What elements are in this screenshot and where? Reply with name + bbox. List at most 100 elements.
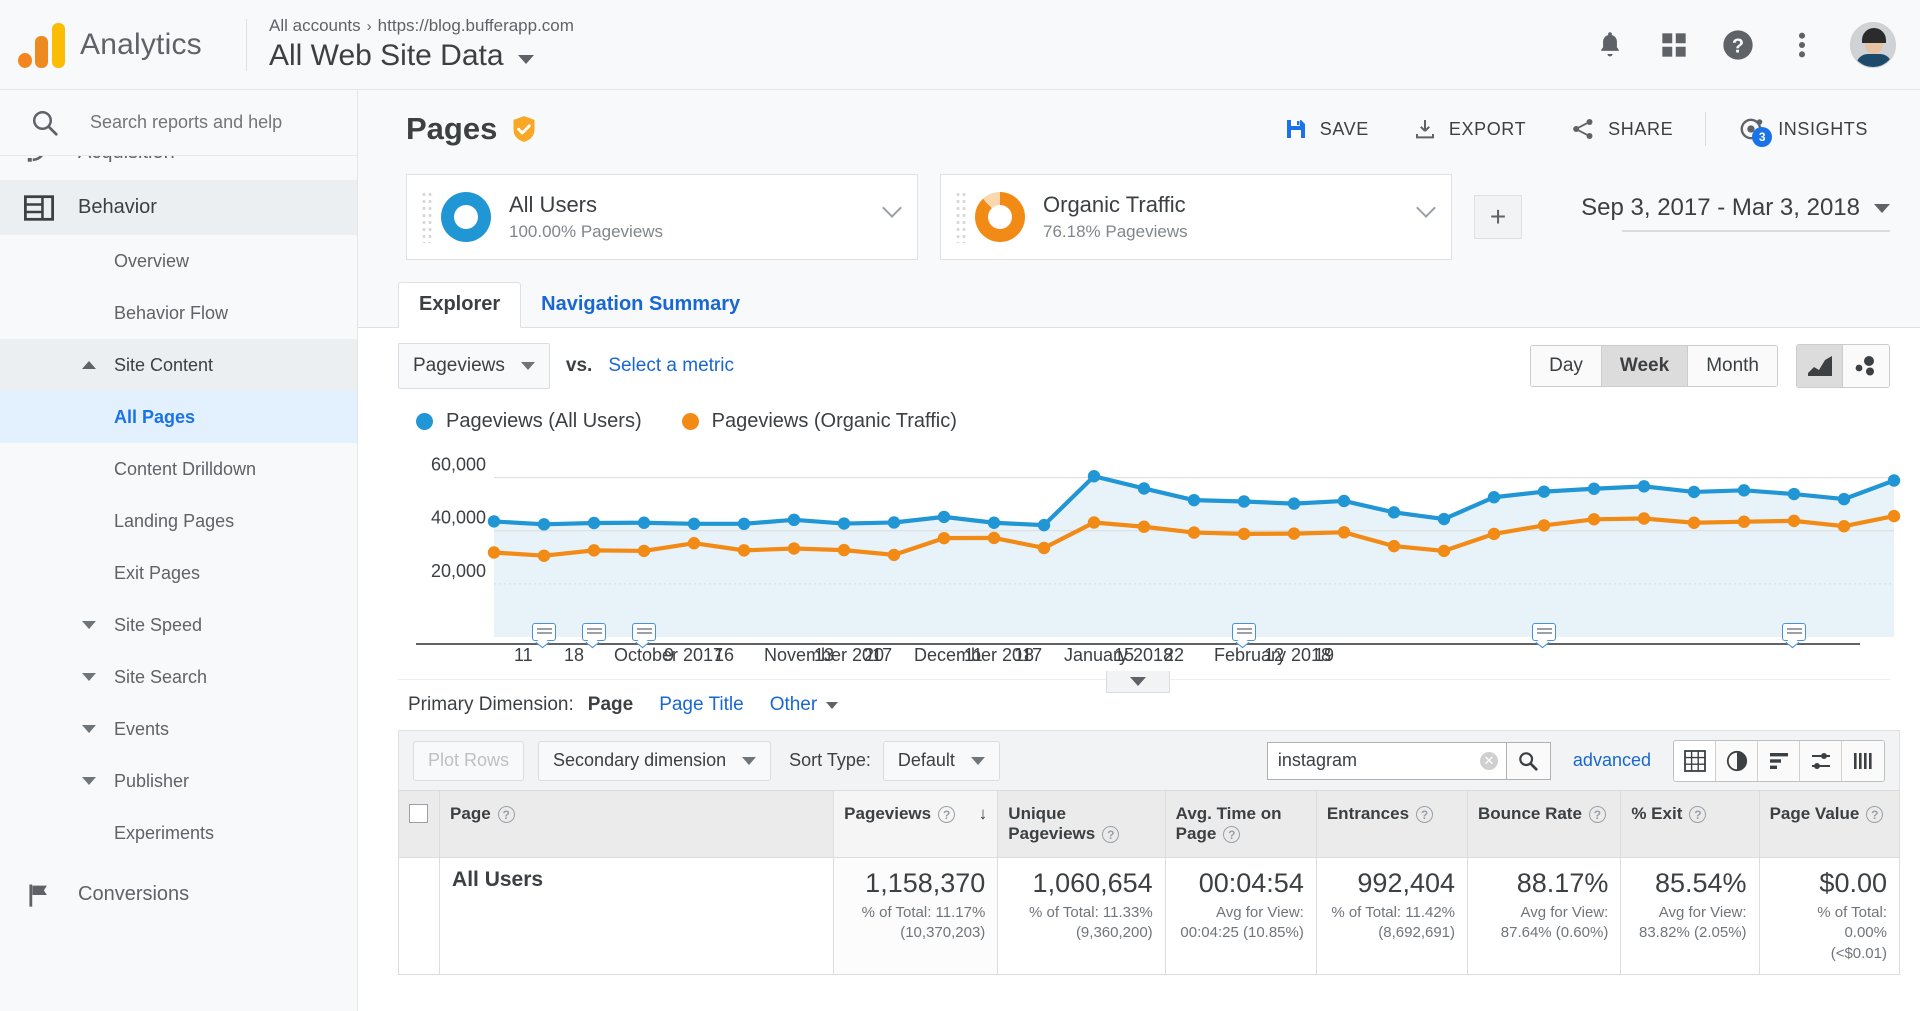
row-select-cell[interactable] [397,857,441,975]
share-button[interactable]: SHARE [1548,117,1695,141]
granularity-month[interactable]: Month [1688,346,1777,386]
table-row[interactable]: All Users 1,158,370 % of Total: 11.17% (… [397,857,1901,975]
annotation-marker-icon[interactable] [1232,623,1256,641]
primary-metric-select[interactable]: Pageviews [398,343,550,389]
avatar[interactable] [1850,22,1896,68]
cell-sub1: % of Total: 11.17% [861,904,986,922]
primary-dimension-page-title[interactable]: Page Title [659,694,744,716]
view-selector[interactable]: All Web Site Data [269,39,574,73]
table-search-field[interactable]: ✕ [1266,741,1507,780]
search-submit-button[interactable] [1506,741,1551,780]
sidebar-item-behavior-flow[interactable]: Behavior Flow [0,287,357,339]
add-segment-button[interactable]: + [1474,195,1522,239]
sidebar-group-site-content[interactable]: Site Content [0,339,357,391]
help-icon[interactable]: ? [1866,806,1884,824]
sidebar-item-experiments[interactable]: Experiments [0,807,357,859]
export-label: EXPORT [1448,118,1527,139]
pivot-view-icon[interactable] [1842,740,1884,781]
tab-navigation-summary[interactable]: Navigation Summary [521,283,760,327]
help-icon[interactable]: ? [1102,826,1120,844]
motion-chart-icon[interactable] [1843,345,1889,387]
bar-view-icon[interactable] [1758,740,1800,781]
annotation-marker-icon[interactable] [632,623,656,641]
search-input[interactable] [90,112,330,133]
column-header-page[interactable]: Page? [439,790,835,858]
bell-icon[interactable] [1594,29,1626,61]
date-range-picker[interactable]: Sep 3, 2017 - Mar 3, 2018 [1581,194,1890,232]
apps-grid-icon[interactable] [1658,29,1690,61]
table-search-input[interactable] [1277,750,1480,771]
column-header-avg-time-on-page[interactable]: Avg. Time on Page? [1164,790,1317,858]
sidebar-search[interactable] [0,90,357,156]
tab-explorer[interactable]: Explorer [398,282,522,328]
sidebar-group-publisher[interactable]: Publisher [0,755,357,807]
column-header-unique-pageviews[interactable]: Unique Pageviews? [997,790,1166,858]
help-icon[interactable]: ? [1588,806,1606,824]
drag-handle-icon[interactable] [421,191,433,243]
help-icon[interactable]: ? [1722,29,1754,61]
export-button[interactable]: EXPORT [1391,117,1548,141]
sidebar-group-site-speed[interactable]: Site Speed [0,599,357,651]
brand-area[interactable]: Analytics [0,22,240,68]
annotation-marker-icon[interactable] [1782,623,1806,641]
column-header-bounce-rate[interactable]: Bounce Rate? [1467,790,1622,858]
granularity-day[interactable]: Day [1531,346,1602,386]
legend-item-all-users[interactable]: Pageviews (All Users) [416,410,642,433]
help-icon[interactable]: ? [1416,806,1434,824]
annotation-marker-icon[interactable] [532,623,556,641]
legend-item-organic-traffic[interactable]: Pageviews (Organic Traffic) [681,410,957,433]
sidebar-item-behavior[interactable]: Behavior [0,180,357,235]
timeseries-chart[interactable]: 20,000 40,000 60,000 [416,443,1901,643]
select-metric-link[interactable]: Select a metric [608,355,734,377]
sidebar-group-site-search[interactable]: Site Search [0,651,357,703]
table-view-icon[interactable] [1674,740,1716,781]
primary-dimension-other[interactable]: Other [770,694,839,716]
column-header-page-value[interactable]: Page Value? [1758,790,1901,858]
sort-type-select[interactable]: Default [882,740,1000,781]
pie-view-icon[interactable] [1716,740,1758,781]
more-vert-icon[interactable] [1786,29,1818,61]
advanced-search-link[interactable]: advanced [1573,750,1651,771]
help-icon[interactable]: ? [1223,826,1241,844]
segment-menu-button[interactable] [1416,198,1436,218]
sidebar-item-conversions[interactable]: Conversions [0,867,357,922]
column-header-exit-pct[interactable]: % Exit? [1620,790,1760,858]
comparison-view-icon[interactable] [1800,740,1842,781]
sidebar-item-all-pages[interactable]: All Pages [0,391,357,443]
column-header-pageviews[interactable]: Pageviews? ↓ [833,790,999,858]
sidebar-item-landing-pages[interactable]: Landing Pages [0,495,357,547]
clear-icon[interactable]: ✕ [1479,751,1498,770]
cell-value: 992,404 [1357,868,1456,898]
plot-rows-button[interactable]: Plot Rows [413,740,525,781]
segment-menu-button[interactable] [882,198,902,218]
select-all-header[interactable] [397,790,441,858]
help-icon[interactable]: ? [938,806,956,824]
help-icon[interactable]: ? [1689,806,1707,824]
sidebar-item-overview[interactable]: Overview [0,235,357,287]
x-axis-tick-label: 15 [1114,645,1135,665]
segment-card-all-users[interactable]: All Users 100.00% Pageviews [406,174,918,260]
breadcrumb-account[interactable]: All accounts [269,16,361,35]
help-icon[interactable]: ? [497,806,515,824]
primary-dimension-page[interactable]: Page [588,694,633,716]
annotation-marker-icon[interactable] [1532,623,1556,641]
annotation-marker-icon[interactable] [582,623,606,641]
sidebar-item-acquisition[interactable]: Acquisition [0,156,357,180]
account-selector[interactable]: All accounts › https://blog.bufferapp.com … [269,16,574,73]
drag-handle-icon[interactable] [955,191,967,243]
secondary-dimension-button[interactable]: Secondary dimension [538,740,772,781]
column-header-entrances[interactable]: Entrances? [1315,790,1469,858]
granularity-week[interactable]: Week [1601,346,1689,386]
cell-sub3: (<$0.01) [1830,944,1887,962]
segment-donut-icon [975,192,1025,242]
breadcrumb-property[interactable]: https://blog.bufferapp.com [378,16,574,35]
select-all-checkbox[interactable] [409,804,428,823]
x-axis-tick-label: 9 [664,645,675,665]
save-button[interactable]: SAVE [1262,117,1391,141]
sidebar-item-content-drilldown[interactable]: Content Drilldown [0,443,357,495]
insights-button[interactable]: 3 INSIGHTS [1716,116,1890,147]
line-chart-icon[interactable] [1797,345,1843,387]
sidebar-item-exit-pages[interactable]: Exit Pages [0,547,357,599]
sidebar-group-events[interactable]: Events [0,703,357,755]
segment-card-organic-traffic[interactable]: Organic Traffic 76.18% Pageviews [940,174,1452,260]
